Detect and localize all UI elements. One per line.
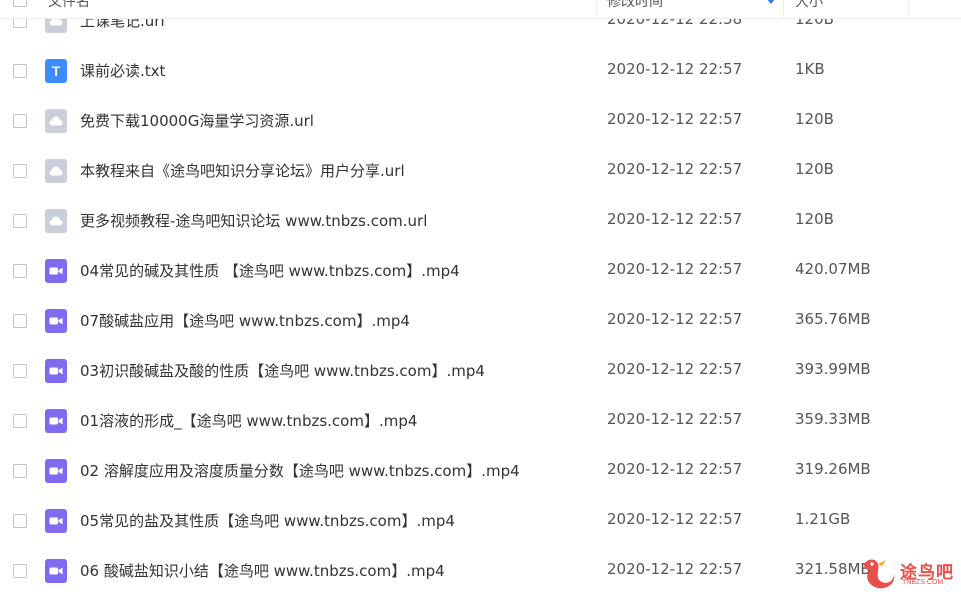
column-header-name[interactable]: 文件名 xyxy=(48,0,90,11)
file-row[interactable]: 免费下载10000G海量学习资源.url 2020-12-12 22:57 120B xyxy=(0,96,961,146)
cloud-url-icon xyxy=(45,159,67,183)
file-name[interactable]: 课前必读.txt xyxy=(80,60,165,81)
row-checkbox[interactable] xyxy=(13,364,27,378)
file-size: 1KB xyxy=(795,60,825,78)
row-checkbox[interactable] xyxy=(13,414,27,428)
row-checkbox[interactable] xyxy=(13,214,27,228)
file-modified-time: 2020-12-12 22:57 xyxy=(607,510,743,528)
column-header-modified[interactable]: 修改时间 xyxy=(607,0,663,11)
video-file-icon xyxy=(45,509,67,533)
video-file-icon xyxy=(45,309,67,333)
row-checkbox[interactable] xyxy=(13,514,27,528)
file-name[interactable]: 免费下载10000G海量学习资源.url xyxy=(80,110,314,131)
video-file-icon xyxy=(45,259,67,283)
file-modified-time: 2020-12-12 22:57 xyxy=(607,160,743,178)
row-checkbox[interactable] xyxy=(13,164,27,178)
column-divider[interactable] xyxy=(908,0,909,18)
file-row[interactable]: 03初识酸碱盐及酸的性质【途鸟吧 www.tnbzs.com】.mp4 2020-… xyxy=(0,346,961,396)
file-size: 120B xyxy=(795,210,834,228)
file-size: 1.21GB xyxy=(795,510,851,528)
file-row[interactable]: 04常见的碱及其性质 【途鸟吧 www.tnbzs.com】.mp4 2020-1… xyxy=(0,246,961,296)
file-modified-time: 2020-12-12 22:57 xyxy=(607,110,743,128)
file-size: 365.76MB xyxy=(795,310,871,328)
row-checkbox[interactable] xyxy=(13,114,27,128)
file-size: 420.07MB xyxy=(795,260,871,278)
watermark-subtext: TNBZS.COM xyxy=(902,579,944,586)
site-watermark: 途鸟吧 TNBZS.COM xyxy=(858,556,958,592)
file-name[interactable]: 02 溶解度应用及溶度质量分数【途鸟吧 www.tnbzs.com】.mp4 xyxy=(80,460,520,481)
file-name[interactable]: 04常见的碱及其性质 【途鸟吧 www.tnbzs.com】.mp4 xyxy=(80,260,460,281)
text-file-icon: T xyxy=(45,59,67,83)
file-size: 120B xyxy=(795,160,834,178)
file-row[interactable]: 01溶液的形成_【途鸟吧 www.tnbzs.com】.mp4 2020-12-1… xyxy=(0,396,961,446)
row-checkbox[interactable] xyxy=(13,64,27,78)
select-all-checkbox[interactable] xyxy=(13,0,27,7)
file-modified-time: 2020-12-12 22:57 xyxy=(607,560,743,578)
file-modified-time: 2020-12-12 22:57 xyxy=(607,410,743,428)
row-checkbox[interactable] xyxy=(13,564,27,578)
video-file-icon xyxy=(45,559,67,583)
file-size: 393.99MB xyxy=(795,360,871,378)
file-modified-time: 2020-12-12 22:57 xyxy=(607,310,743,328)
video-file-icon xyxy=(45,409,67,433)
column-header-size[interactable]: 大小 xyxy=(795,0,823,11)
file-name[interactable]: 05常见的盐及其性质【途鸟吧 www.tnbzs.com】.mp4 xyxy=(80,510,455,531)
row-checkbox[interactable] xyxy=(13,314,27,328)
file-row[interactable]: 06 酸碱盐知识小结【途鸟吧 www.tnbzs.com】.mp4 2020-12… xyxy=(0,546,961,596)
file-list-header: 文件名 修改时间 大小 xyxy=(0,0,961,19)
file-size: 359.33MB xyxy=(795,410,871,428)
file-modified-time: 2020-12-12 22:57 xyxy=(607,360,743,378)
file-size: 120B xyxy=(795,110,834,128)
file-name[interactable]: 03初识酸碱盐及酸的性质【途鸟吧 www.tnbzs.com】.mp4 xyxy=(80,360,485,381)
file-row[interactable]: 02 溶解度应用及溶度质量分数【途鸟吧 www.tnbzs.com】.mp4 20… xyxy=(0,446,961,496)
cloud-url-icon xyxy=(45,209,67,233)
file-size: 319.26MB xyxy=(795,460,871,478)
file-name[interactable]: 01溶液的形成_【途鸟吧 www.tnbzs.com】.mp4 xyxy=(80,410,417,431)
file-row[interactable]: 07酸碱盐应用【途鸟吧 www.tnbzs.com】.mp4 2020-12-12… xyxy=(0,296,961,346)
file-modified-time: 2020-12-12 22:57 xyxy=(607,460,743,478)
file-name[interactable]: 本教程来自《途鸟吧知识分享论坛》用户分享.url xyxy=(80,160,405,181)
file-modified-time: 2020-12-12 22:57 xyxy=(607,210,743,228)
file-row[interactable]: 本教程来自《途鸟吧知识分享论坛》用户分享.url 2020-12-12 22:57… xyxy=(0,146,961,196)
column-divider[interactable] xyxy=(596,0,597,18)
video-file-icon xyxy=(45,359,67,383)
file-name[interactable]: 06 酸碱盐知识小结【途鸟吧 www.tnbzs.com】.mp4 xyxy=(80,560,445,581)
row-checkbox[interactable] xyxy=(13,264,27,278)
file-row[interactable]: T 课前必读.txt 2020-12-12 22:57 1KB xyxy=(0,46,961,96)
column-divider[interactable] xyxy=(783,0,784,18)
sort-descending-icon[interactable] xyxy=(766,0,776,4)
file-modified-time: 2020-12-12 22:57 xyxy=(607,260,743,278)
row-checkbox[interactable] xyxy=(13,464,27,478)
cloud-url-icon xyxy=(45,109,67,133)
file-modified-time: 2020-12-12 22:57 xyxy=(607,60,743,78)
bird-logo-icon xyxy=(864,559,895,589)
file-name[interactable]: 更多视频教程-途鸟吧知识论坛 www.tnbzs.com.url xyxy=(80,210,427,231)
file-row[interactable]: 更多视频教程-途鸟吧知识论坛 www.tnbzs.com.url 2020-12-… xyxy=(0,196,961,246)
file-row[interactable]: 05常见的盐及其性质【途鸟吧 www.tnbzs.com】.mp4 2020-12… xyxy=(0,496,961,546)
video-file-icon xyxy=(45,459,67,483)
file-name[interactable]: 07酸碱盐应用【途鸟吧 www.tnbzs.com】.mp4 xyxy=(80,310,410,331)
